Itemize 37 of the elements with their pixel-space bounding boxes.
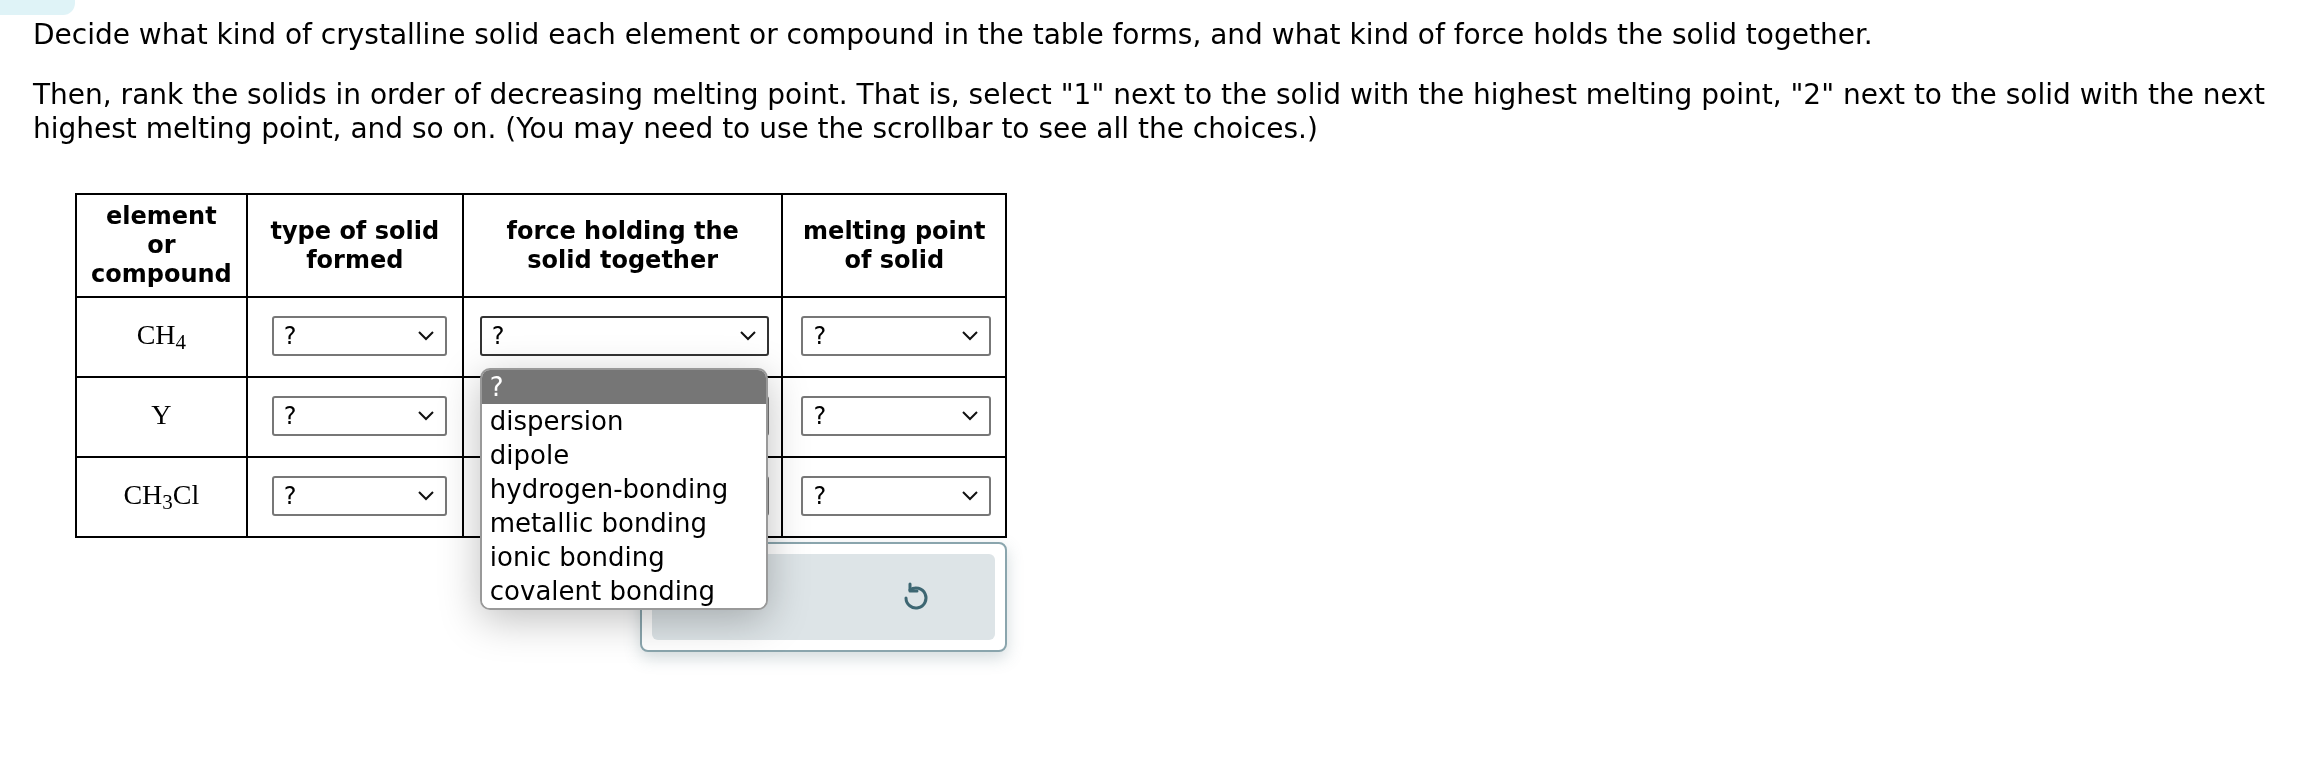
select-value: ?: [813, 401, 827, 432]
dropdown-option[interactable]: ionic bonding: [481, 540, 766, 574]
chevron-down-icon: [738, 330, 757, 342]
select-value: ?: [283, 321, 297, 352]
column-header: type of solid formed: [246, 194, 463, 297]
select-field[interactable]: ?: [801, 396, 992, 436]
dropdown-option[interactable]: metallic bonding: [481, 506, 766, 540]
chevron-down-icon: [416, 410, 435, 422]
chevron-down-icon: [961, 490, 980, 502]
select-value: ?: [813, 481, 827, 512]
compound-formula: CH$_{3}$Cl: [123, 479, 200, 510]
select-value: ?: [813, 321, 827, 352]
select-field[interactable]: ?: [801, 316, 992, 356]
select-field[interactable]: ?: [271, 316, 447, 356]
chevron-down-icon: [416, 330, 435, 342]
chevron-down-icon: [961, 330, 980, 342]
select-field[interactable]: ?: [271, 476, 447, 516]
column-header: force holding the solid together: [462, 194, 783, 297]
select-value: ?: [491, 321, 505, 352]
select-field[interactable]: ?: [271, 396, 447, 436]
dropdown-option[interactable]: ?: [481, 370, 766, 404]
dropdown-option[interactable]: hydrogen-bonding: [481, 472, 766, 506]
select-value: ?: [283, 401, 297, 432]
compound-formula: Y: [151, 399, 172, 430]
compound-formula: CH$_{4}$: [136, 319, 187, 350]
select-value: ?: [283, 481, 297, 512]
select-field[interactable]: ?: [801, 476, 992, 516]
dropdown-option[interactable]: covalent bonding: [481, 574, 766, 608]
column-header: element or compound: [76, 194, 247, 297]
select-field[interactable]: ?: [479, 316, 769, 356]
chevron-down-icon: [416, 490, 435, 502]
dropdown-option[interactable]: dipole: [481, 438, 766, 472]
instruction-text: Then, rank the solids in order of decreasing melting point. That is, select "1" next to the solid with the highest melting point, "2" next to the solid with the next highest melting point, and so on. (You may need to use the scrollbar to see all the choices.): [33, 78, 2266, 146]
dropdown-option[interactable]: dispersion: [481, 404, 766, 438]
chevron-down-icon: [961, 410, 980, 422]
column-header: melting point of solid: [782, 194, 1006, 297]
instruction-text: Decide what kind of crystalline solid each element or compound in the table forms, and what kind of force holds the solid together.: [33, 18, 1874, 52]
